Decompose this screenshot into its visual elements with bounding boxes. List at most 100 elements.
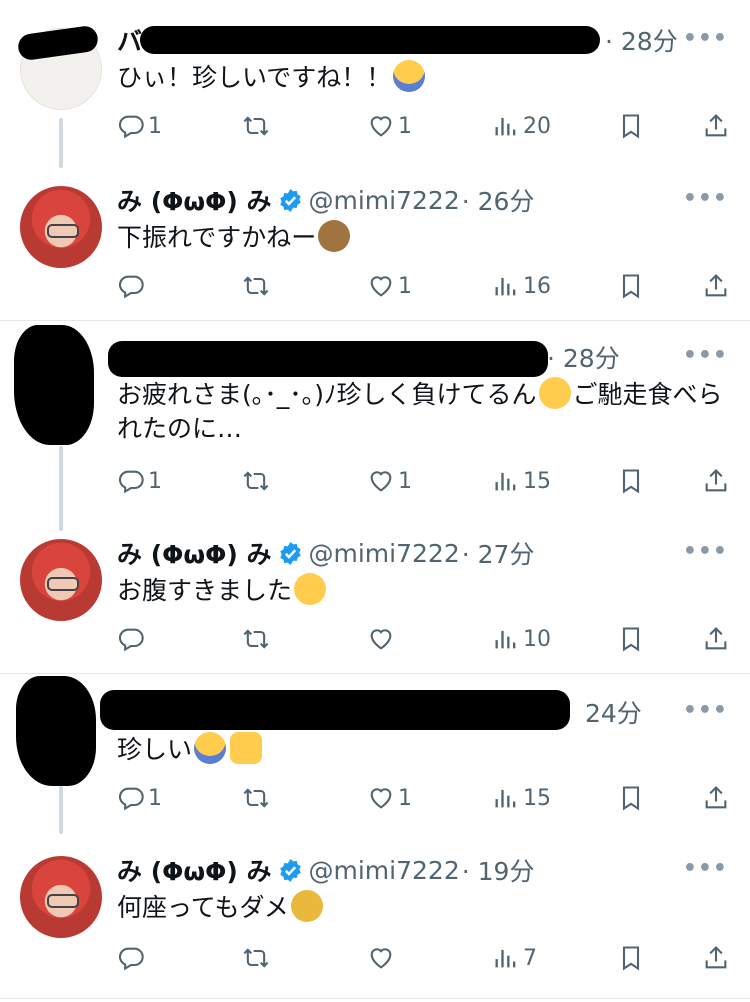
- reply-button[interactable]: 1: [117, 782, 162, 814]
- avatar[interactable]: [20, 186, 102, 268]
- tweet-text-body: 何座ってもダメ: [117, 893, 289, 922]
- views-button[interactable]: 20: [492, 110, 551, 142]
- view-count: 15: [523, 785, 551, 811]
- views-button[interactable]: 7: [492, 942, 537, 974]
- tweet-time[interactable]: · 27分: [462, 535, 535, 571]
- like-button[interactable]: 1: [367, 110, 412, 142]
- bookmark-button[interactable]: [617, 110, 645, 142]
- share-icon: [702, 784, 730, 812]
- tweet-time[interactable]: · 26分: [462, 182, 535, 218]
- avatar[interactable]: [20, 856, 102, 938]
- views-button[interactable]: 15: [492, 465, 551, 497]
- views-chart-icon: [492, 625, 520, 653]
- views-button[interactable]: 16: [492, 270, 551, 302]
- tweet-1[interactable]: み (ΦωΦ) み @mimi7222 · 26分 ••• 下振れですかねー 1…: [0, 170, 750, 320]
- reply-button[interactable]: [117, 270, 148, 302]
- more-options-icon[interactable]: •••: [683, 343, 728, 368]
- tweet-text: お疲れさま(｡･_･｡)ﾉ珍しく負けてるん ご馳走食べられたのに…: [117, 377, 737, 446]
- share-button[interactable]: [702, 942, 730, 974]
- tweet-0[interactable]: バ · 28分 ••• ひぃ！珍しいですね！！ 1 1 20: [0, 0, 750, 170]
- reply-button[interactable]: [117, 942, 148, 974]
- reply-icon: [117, 112, 145, 140]
- retweet-button[interactable]: [242, 110, 273, 142]
- like-button[interactable]: 1: [367, 782, 412, 814]
- tweet-header: み (ΦωΦ) み @mimi7222 · 27分: [117, 533, 534, 573]
- retweet-button[interactable]: [242, 623, 273, 655]
- share-icon: [702, 944, 730, 972]
- tweet-header: み (ΦωΦ) み @mimi7222 · 26分: [117, 180, 534, 220]
- display-name[interactable]: バ: [117, 22, 142, 58]
- views-chart-icon: [492, 467, 520, 495]
- tweet-header: み (ΦωΦ) み @mimi7222 · 19分: [117, 850, 534, 890]
- person-shrugging-emoji-icon: [290, 890, 323, 922]
- thread-line: [59, 446, 63, 531]
- bookmark-button[interactable]: [617, 465, 645, 497]
- tweet-3[interactable]: み (ΦωΦ) み @mimi7222 · 27分 ••• お腹すきました 10: [0, 521, 750, 673]
- avatar[interactable]: [16, 676, 96, 786]
- more-options-icon[interactable]: •••: [683, 856, 728, 881]
- share-button[interactable]: [702, 465, 730, 497]
- share-button[interactable]: [702, 782, 730, 814]
- reply-button[interactable]: [117, 623, 148, 655]
- heart-icon: [367, 625, 395, 653]
- like-button[interactable]: 1: [367, 465, 412, 497]
- reply-button[interactable]: 1: [117, 465, 162, 497]
- retweet-button[interactable]: [242, 782, 273, 814]
- user-handle[interactable]: @mimi7222: [309, 856, 460, 885]
- tweet-time-wrap: · 28分: [545, 337, 620, 377]
- retweet-icon: [242, 112, 270, 140]
- share-button[interactable]: [702, 623, 730, 655]
- tweet-time[interactable]: · 19分: [462, 852, 535, 888]
- sad-relieved-face-emoji-icon: [538, 377, 571, 409]
- tweet-5[interactable]: み (ΦωΦ) み @mimi7222 · 19分 ••• 何座ってもダメ 7: [0, 834, 750, 1002]
- tweet-text-body: お腹すきました: [117, 576, 293, 605]
- like-button[interactable]: [367, 623, 398, 655]
- verified-badge-icon: [278, 188, 303, 213]
- heart-icon: [367, 272, 395, 300]
- share-icon: [702, 625, 730, 653]
- like-count: 1: [398, 113, 412, 139]
- bookmark-button[interactable]: [617, 782, 645, 814]
- bookmark-button[interactable]: [617, 623, 645, 655]
- share-button[interactable]: [702, 110, 730, 142]
- user-handle[interactable]: @mimi7222: [309, 186, 460, 215]
- reply-icon: [117, 625, 145, 653]
- avatar[interactable]: [14, 325, 94, 445]
- tweet-time-wrap: · 28分: [603, 20, 678, 60]
- more-options-icon[interactable]: •••: [683, 186, 728, 211]
- like-button[interactable]: [367, 942, 398, 974]
- tweet-time[interactable]: · 28分: [547, 339, 620, 375]
- views-button[interactable]: 10: [492, 623, 551, 655]
- heart-icon: [367, 784, 395, 812]
- more-options-icon[interactable]: •••: [683, 698, 728, 723]
- views-chart-icon: [492, 272, 520, 300]
- share-button[interactable]: [702, 270, 730, 302]
- avatar[interactable]: [20, 539, 102, 621]
- bookmark-button[interactable]: [617, 270, 645, 302]
- more-options-icon[interactable]: •••: [683, 539, 728, 564]
- reply-button[interactable]: 1: [117, 110, 162, 142]
- user-handle[interactable]: @mimi7222: [309, 539, 460, 568]
- screaming-face-emoji-icon: [194, 732, 227, 764]
- display-name[interactable]: み (ΦωΦ) み: [117, 182, 272, 218]
- tweet-text: 下振れですかねー: [117, 220, 737, 255]
- bookmark-icon: [617, 944, 645, 972]
- tweet-text-body: ひぃ！珍しいですね！！: [117, 63, 392, 92]
- tweet-time[interactable]: · 28分: [605, 22, 678, 58]
- share-icon: [702, 112, 730, 140]
- display-name[interactable]: み (ΦωΦ) み: [117, 852, 272, 888]
- tweet-time[interactable]: 24分: [585, 694, 642, 730]
- tweet-2[interactable]: · 28分 ••• お疲れさま(｡･_･｡)ﾉ珍しく負けてるん ご馳走食べられたの…: [0, 321, 750, 531]
- more-options-icon[interactable]: •••: [683, 26, 728, 51]
- tweet-4[interactable]: 24分 ••• 珍しい 1 1 15: [0, 674, 750, 834]
- display-name[interactable]: み (ΦωΦ) み: [117, 535, 272, 571]
- like-button[interactable]: 1: [367, 270, 412, 302]
- reply-count: 1: [148, 785, 162, 811]
- view-count: 10: [523, 626, 551, 652]
- bookmark-button[interactable]: [617, 942, 645, 974]
- retweet-icon: [242, 625, 270, 653]
- retweet-button[interactable]: [242, 942, 273, 974]
- retweet-button[interactable]: [242, 270, 273, 302]
- views-button[interactable]: 15: [492, 782, 551, 814]
- retweet-button[interactable]: [242, 465, 273, 497]
